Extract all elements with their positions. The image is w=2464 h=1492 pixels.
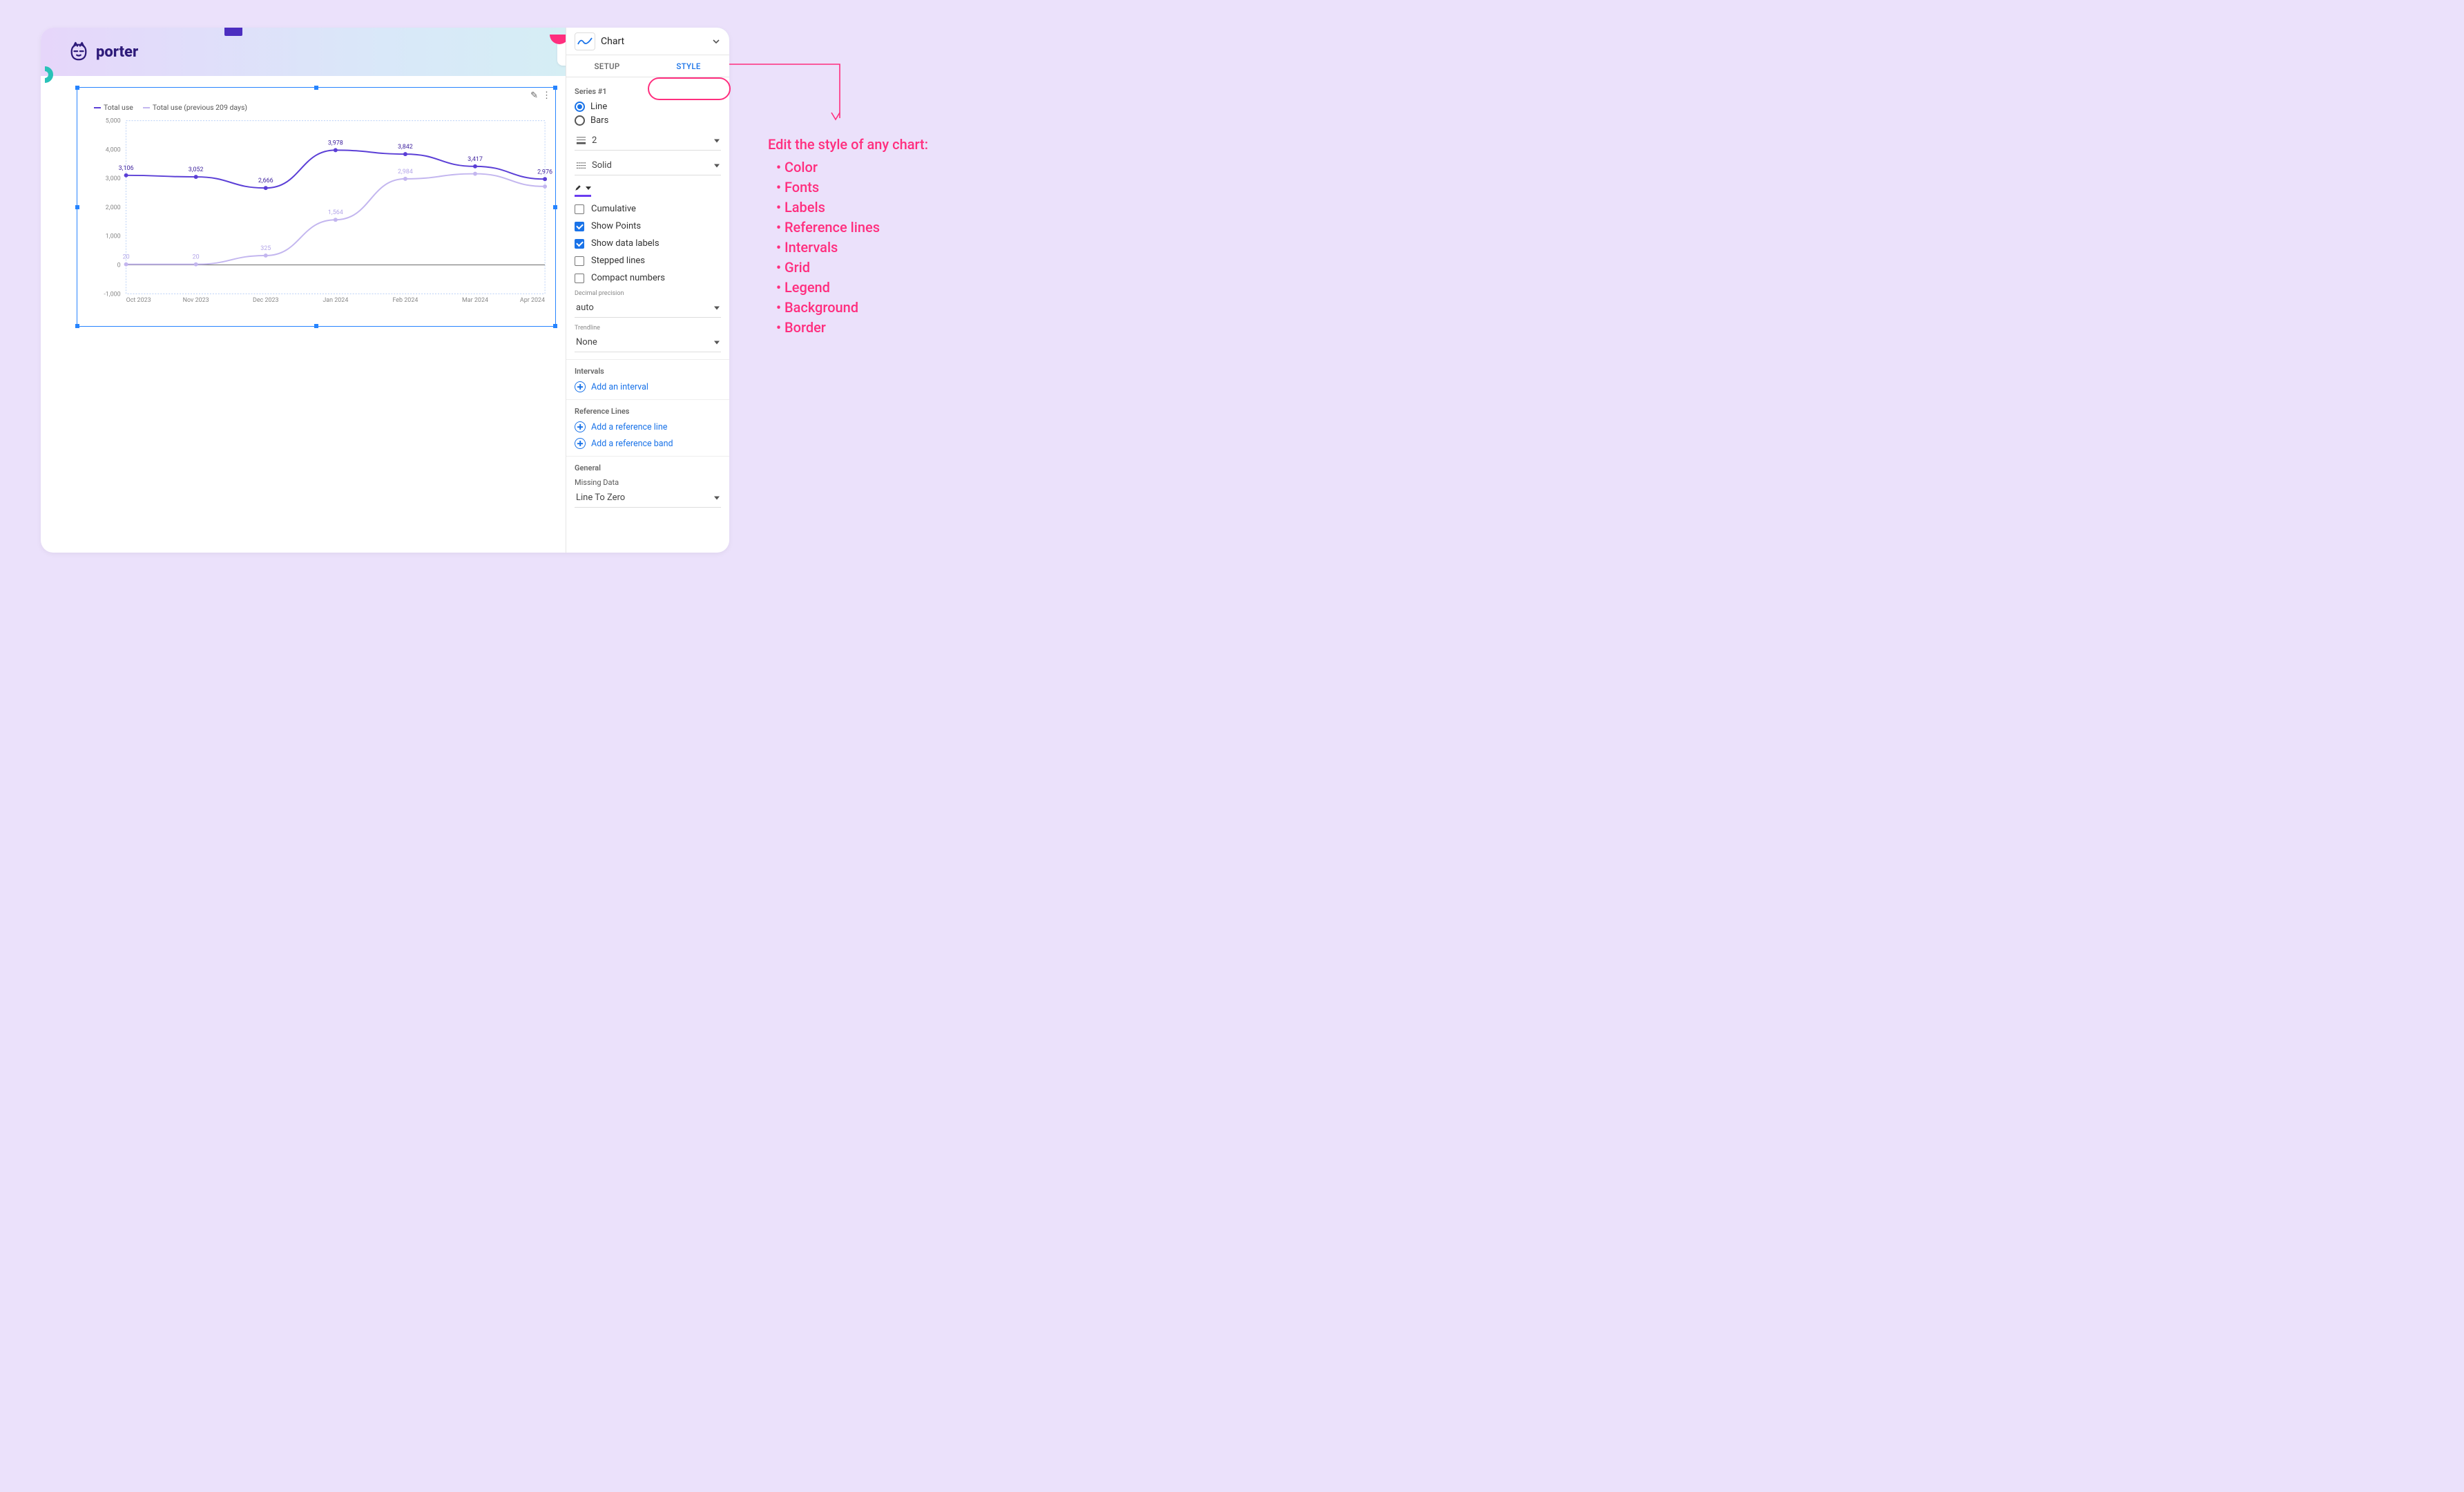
add-reference-band-button[interactable]: Add a reference band [575, 438, 721, 449]
chart-type-selector[interactable]: Chart [566, 28, 729, 55]
decimal-precision-label: Decimal precision [575, 290, 721, 297]
missing-data-label: Missing Data [575, 478, 721, 487]
svg-text:3,000: 3,000 [106, 175, 121, 182]
callout-item: Legend [776, 278, 947, 298]
chart-plot: -1,000 0 1,000 2,000 3,000 4,000 5,000 Oct 2023… [77, 88, 555, 326]
panel-tabs: SETUP STYLE [566, 55, 729, 77]
app-frame: porter Mar 27, 2024 - Apr 25, 2024 ✎ ⋮ T… [41, 28, 729, 553]
svg-text:Oct 2023: Oct 2023 [126, 297, 151, 304]
chart-widget[interactable]: ✎ ⋮ Total use Total use (previous 209 da… [77, 87, 556, 327]
svg-text:325: 325 [260, 245, 271, 252]
svg-text:3,842: 3,842 [398, 144, 413, 151]
chevron-down-icon [714, 341, 720, 344]
add-interval-button[interactable]: Add an interval [575, 381, 721, 392]
svg-text:0: 0 [117, 262, 121, 269]
series-header: Series #1 [575, 87, 721, 96]
svg-text:Nov 2023: Nov 2023 [183, 297, 209, 304]
svg-text:20: 20 [193, 254, 200, 261]
svg-text:3,106: 3,106 [119, 165, 134, 172]
radio-bars[interactable]: Bars [575, 115, 721, 126]
svg-text:Jan 2024: Jan 2024 [323, 297, 348, 304]
radio-on-icon [575, 102, 585, 112]
svg-text:2,976: 2,976 [537, 169, 552, 175]
plus-circle-icon [575, 421, 586, 432]
svg-text:20: 20 [123, 254, 130, 261]
line-weight-select[interactable]: 2 [575, 131, 721, 151]
checkbox-cumulative[interactable]: Cumulative [575, 204, 721, 214]
decorative-shape [41, 66, 53, 83]
svg-text:2,984: 2,984 [398, 169, 413, 175]
brand-logo-icon [68, 41, 89, 62]
svg-text:Apr 2024: Apr 2024 [520, 297, 545, 304]
callout-heading: Edit the style of any chart: [768, 135, 947, 155]
checkbox-on-icon [575, 222, 584, 231]
checkbox-on-icon [575, 239, 584, 249]
chevron-down-icon [714, 306, 720, 309]
svg-text:3,052: 3,052 [189, 166, 204, 173]
add-reference-line-button[interactable]: Add a reference line [575, 421, 721, 432]
callout-item: Reference lines [776, 218, 947, 238]
tab-style[interactable]: STYLE [648, 55, 729, 77]
trendline-label: Trendline [575, 325, 721, 332]
radio-off-icon [575, 115, 585, 126]
plus-circle-icon [575, 381, 586, 392]
svg-text:2,666: 2,666 [258, 178, 273, 184]
series-color-picker[interactable] [575, 182, 591, 197]
style-panel: Chart SETUP STYLE Series #1 Line Bars 2 [566, 28, 729, 553]
checkbox-compact-numbers[interactable]: Compact numbers [575, 273, 721, 283]
line-style-icon [576, 160, 586, 171]
svg-text:1,564: 1,564 [328, 209, 343, 216]
checkbox-show-data-labels[interactable]: Show data labels [575, 238, 721, 249]
chevron-down-icon [714, 496, 720, 499]
line-chart-icon [575, 32, 595, 50]
trendline-select[interactable]: None [575, 333, 721, 352]
checkbox-off-icon [575, 274, 584, 283]
callout-text: Edit the style of any chart: ColorFontsL… [768, 135, 947, 338]
pencil-icon [575, 182, 581, 193]
brand-name: porter [96, 44, 138, 61]
decorative-shape [224, 28, 242, 36]
callout-item: Labels [776, 198, 947, 218]
svg-text:Dec 2023: Dec 2023 [253, 297, 279, 304]
missing-data-select[interactable]: Line To Zero [575, 488, 721, 508]
svg-text:2,000: 2,000 [106, 204, 121, 211]
callout-arrow [728, 61, 843, 127]
chart-type-label: Chart [601, 36, 711, 47]
chevron-down-icon [711, 37, 721, 46]
brand: porter [68, 41, 138, 62]
reference-lines-header: Reference Lines [575, 407, 721, 416]
line-style-select[interactable]: Solid [575, 156, 721, 175]
svg-text:5,000: 5,000 [106, 118, 121, 125]
intervals-header: Intervals [575, 367, 721, 376]
svg-text:4,000: 4,000 [106, 146, 121, 153]
plus-circle-icon [575, 438, 586, 449]
svg-text:Feb 2024: Feb 2024 [392, 297, 418, 304]
decimal-precision-select[interactable]: auto [575, 298, 721, 318]
chevron-down-icon [714, 139, 720, 142]
svg-text:3,978: 3,978 [328, 140, 343, 146]
general-header: General [575, 463, 721, 472]
checkbox-off-icon [575, 256, 584, 266]
svg-text:Mar 2024: Mar 2024 [462, 297, 488, 304]
callout-item: Border [776, 318, 947, 338]
checkbox-stepped-lines[interactable]: Stepped lines [575, 256, 721, 266]
svg-text:1,000: 1,000 [106, 233, 121, 240]
chevron-down-icon [714, 164, 720, 167]
line-weight-icon [576, 135, 586, 146]
callout-item: Color [776, 157, 947, 178]
tab-setup[interactable]: SETUP [566, 55, 648, 77]
chevron-down-icon [586, 186, 591, 190]
callout-item: Fonts [776, 178, 947, 198]
callout-item: Intervals [776, 238, 947, 258]
svg-text:-1,000: -1,000 [104, 291, 120, 298]
callout-item: Background [776, 298, 947, 318]
style-panel-body: Series #1 Line Bars 2 Solid [566, 77, 729, 553]
checkbox-show-points[interactable]: Show Points [575, 221, 721, 231]
svg-text:3,417: 3,417 [468, 156, 483, 163]
callout-item: Grid [776, 258, 947, 278]
radio-line[interactable]: Line [575, 102, 721, 112]
checkbox-off-icon [575, 204, 584, 214]
